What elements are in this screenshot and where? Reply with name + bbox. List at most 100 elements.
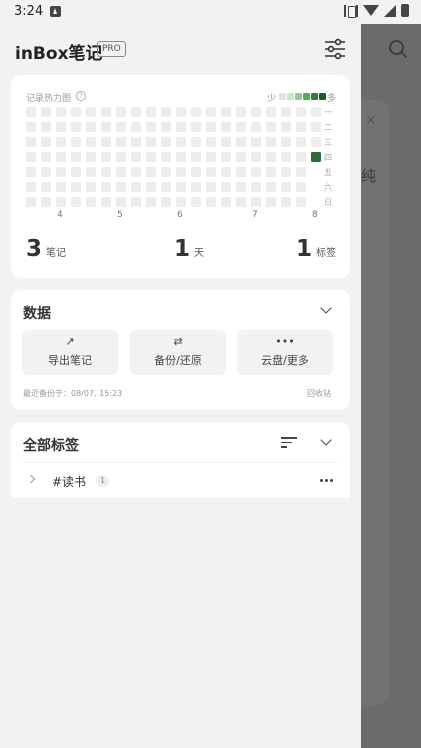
chevron-down-icon[interactable] (320, 302, 332, 314)
heatmap-cell[interactable] (116, 197, 126, 207)
heatmap-cell[interactable] (206, 167, 216, 177)
heatmap-cell[interactable] (101, 182, 111, 192)
heatmap-cell[interactable] (236, 107, 246, 117)
heatmap-cell[interactable] (221, 122, 231, 132)
heatmap-cell[interactable] (161, 197, 171, 207)
heatmap-cell[interactable] (221, 137, 231, 147)
heatmap-cell[interactable] (26, 197, 36, 207)
heatmap-cell[interactable] (56, 152, 66, 162)
heatmap-cell[interactable] (26, 137, 36, 147)
heatmap-cell[interactable] (176, 152, 186, 162)
heatmap-cell[interactable] (296, 152, 306, 162)
stat-tags[interactable]: 1 标签 (296, 236, 336, 262)
cloud-more-button[interactable]: ••• 云盘/更多 (237, 330, 333, 375)
heatmap-cell[interactable] (236, 137, 246, 147)
heatmap-cell[interactable] (116, 107, 126, 117)
heatmap-cell[interactable] (41, 182, 51, 192)
heatmap-cell[interactable] (281, 137, 291, 147)
heatmap-cell[interactable] (176, 107, 186, 117)
heatmap-cell[interactable] (146, 137, 156, 147)
heatmap-cell[interactable] (101, 137, 111, 147)
heatmap-cell[interactable] (266, 107, 276, 117)
heatmap-cell[interactable] (296, 107, 306, 117)
heatmap-cell[interactable] (56, 167, 66, 177)
heatmap-cell[interactable] (146, 152, 156, 162)
heatmap-cell[interactable] (146, 197, 156, 207)
heatmap-cell[interactable] (86, 137, 96, 147)
tag-item[interactable]: #读书 1 (11, 464, 350, 496)
heatmap-cell[interactable] (176, 197, 186, 207)
heatmap-cell[interactable] (281, 122, 291, 132)
heatmap-cell[interactable] (26, 182, 36, 192)
heatmap-cell[interactable] (296, 167, 306, 177)
heatmap-cell[interactable] (176, 122, 186, 132)
heatmap-cell[interactable] (176, 137, 186, 147)
heatmap-cell[interactable] (26, 107, 36, 117)
heatmap-cell[interactable] (251, 107, 261, 117)
heatmap-cell[interactable] (41, 152, 51, 162)
trash-link[interactable]: 回收站 (307, 388, 331, 399)
heatmap-cell[interactable] (191, 152, 201, 162)
chevron-right-icon[interactable] (26, 474, 36, 484)
heatmap-cell[interactable] (146, 122, 156, 132)
heatmap-cell[interactable] (86, 122, 96, 132)
heatmap-cell[interactable] (116, 152, 126, 162)
more-horizontal-icon[interactable] (320, 479, 334, 483)
heatmap-cell[interactable] (311, 137, 321, 147)
heatmap-cell[interactable] (41, 197, 51, 207)
heatmap-cell[interactable] (206, 107, 216, 117)
heatmap-cell[interactable] (236, 167, 246, 177)
heatmap-cell[interactable] (56, 197, 66, 207)
heatmap-cell[interactable] (86, 167, 96, 177)
heatmap-cell[interactable] (191, 167, 201, 177)
heatmap-cell[interactable] (281, 107, 291, 117)
help-icon[interactable]: ? (76, 91, 86, 101)
heatmap-cell[interactable] (251, 137, 261, 147)
heatmap-cell[interactable] (56, 137, 66, 147)
heatmap-cell[interactable] (26, 167, 36, 177)
heatmap-cell[interactable] (296, 122, 306, 132)
heatmap-cell[interactable] (176, 167, 186, 177)
heatmap-cell[interactable] (221, 152, 231, 162)
heatmap-cell[interactable] (161, 137, 171, 147)
heatmap-cell[interactable] (71, 167, 81, 177)
heatmap-cell[interactable] (251, 182, 261, 192)
heatmap-cell[interactable] (131, 152, 141, 162)
heatmap-cell[interactable] (86, 182, 96, 192)
heatmap-cell[interactable] (206, 182, 216, 192)
heatmap-cell[interactable] (176, 182, 186, 192)
heatmap-cell[interactable] (206, 197, 216, 207)
backup-restore-button[interactable]: ⇄ 备份/还原 (130, 330, 226, 375)
heatmap-cell[interactable] (41, 167, 51, 177)
heatmap-cell[interactable] (236, 152, 246, 162)
heatmap-cell[interactable] (191, 182, 201, 192)
heatmap-cell[interactable] (221, 197, 231, 207)
stat-days[interactable]: 1天 (174, 236, 204, 262)
heatmap-cell[interactable] (236, 197, 246, 207)
heatmap-cell[interactable] (251, 167, 261, 177)
heatmap-cell[interactable] (236, 122, 246, 132)
heatmap-cell[interactable] (86, 152, 96, 162)
heatmap-cell[interactable] (71, 137, 81, 147)
heatmap-cell[interactable] (281, 182, 291, 192)
heatmap-cell[interactable] (71, 107, 81, 117)
heatmap-cell[interactable] (41, 107, 51, 117)
heatmap-cell[interactable] (131, 197, 141, 207)
heatmap-cell[interactable] (101, 107, 111, 117)
heatmap-cell[interactable] (131, 107, 141, 117)
heatmap-cell[interactable] (71, 182, 81, 192)
stat-notes[interactable]: 3 笔记 (26, 236, 66, 262)
heatmap-cell[interactable] (56, 122, 66, 132)
heatmap-cell[interactable] (266, 122, 276, 132)
heatmap-cell[interactable] (206, 137, 216, 147)
heatmap-cell[interactable] (161, 167, 171, 177)
pro-badge[interactable]: PRO (97, 41, 126, 57)
heatmap-cell[interactable] (236, 182, 246, 192)
search-icon[interactable] (388, 39, 408, 59)
heatmap-cell[interactable] (101, 197, 111, 207)
heatmap-cell[interactable] (251, 197, 261, 207)
heatmap-cell[interactable] (161, 152, 171, 162)
heatmap-cell[interactable] (281, 197, 291, 207)
export-notes-button[interactable]: ↗ 导出笔记 (22, 330, 118, 375)
settings-sliders-icon[interactable] (323, 38, 347, 60)
